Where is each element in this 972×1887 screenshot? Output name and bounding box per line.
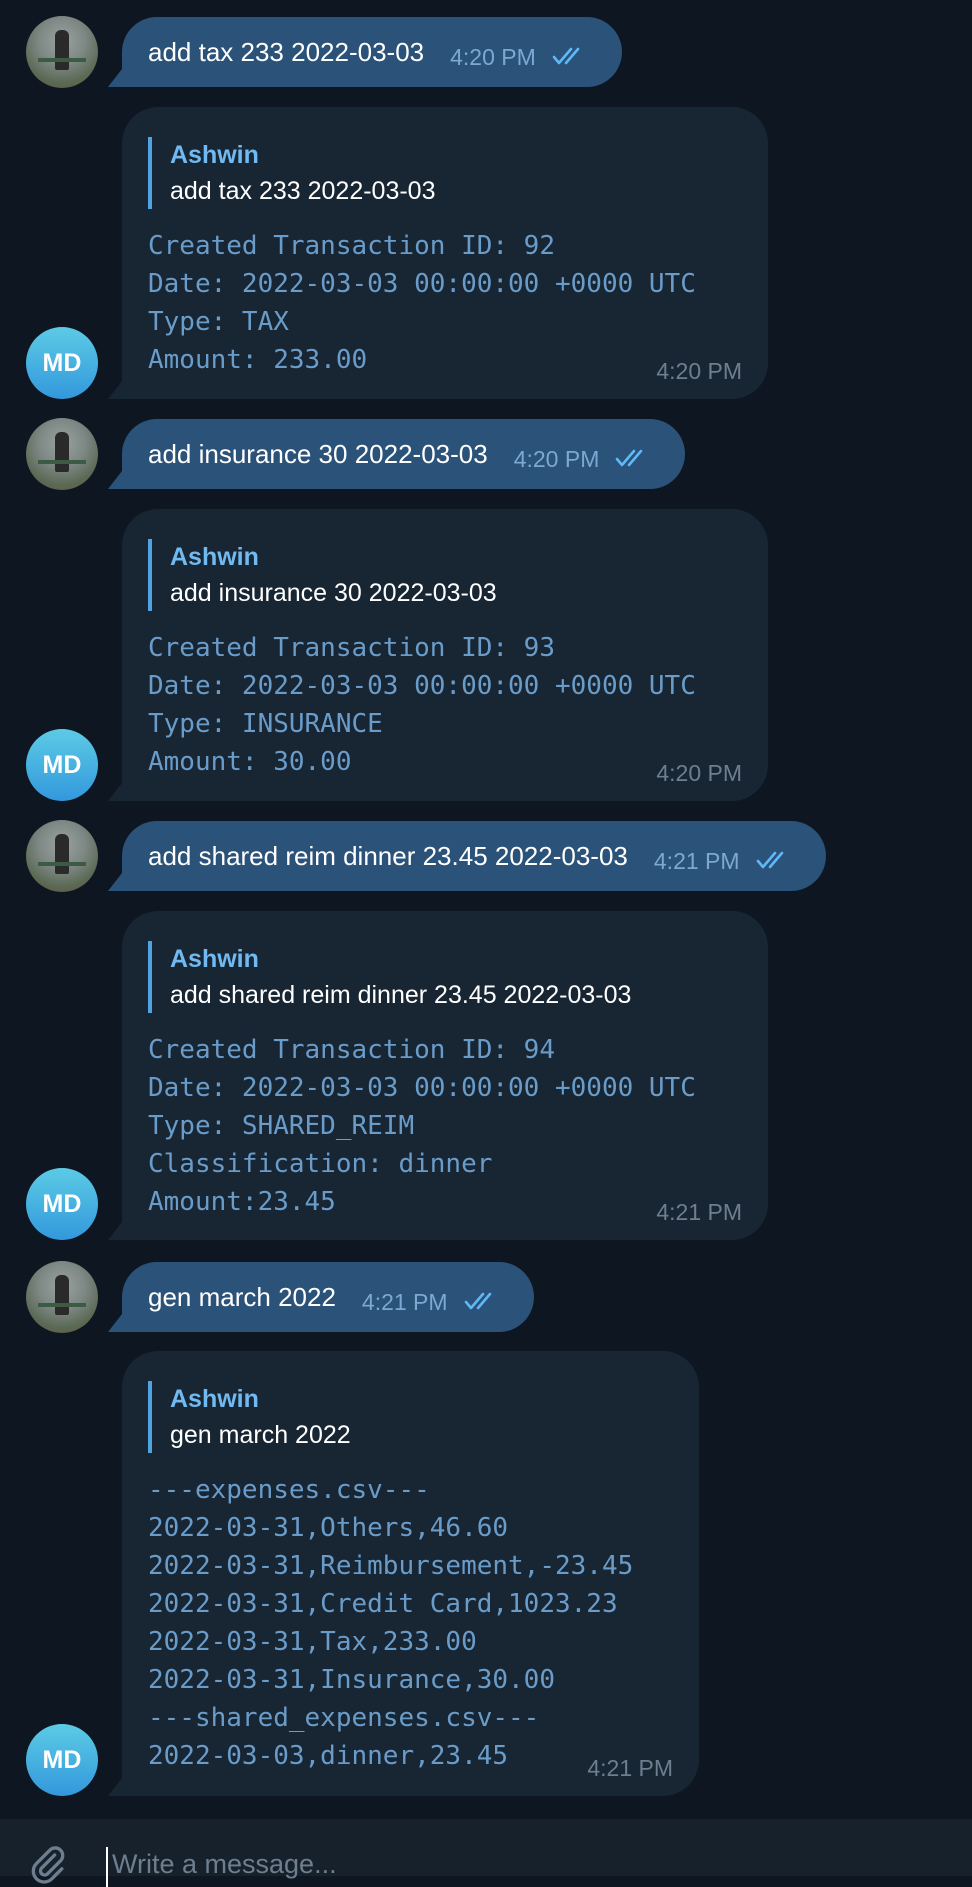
- reply-line: Type: INSURANCE: [148, 709, 383, 739]
- quote-text: add shared reim dinner 23.45 2022-03-03: [170, 981, 632, 1009]
- user-avatar[interactable]: [26, 418, 98, 490]
- message-composer: Write a message...: [0, 1819, 972, 1887]
- avatar-photo-bench: [38, 58, 86, 62]
- reply-line: ---shared_expenses.csv---: [148, 1703, 540, 1733]
- outgoing-message[interactable]: gen march 2022 4:21 PM: [122, 1262, 534, 1332]
- outgoing-message[interactable]: add shared reim dinner 23.45 2022-03-03 …: [122, 821, 826, 891]
- incoming-message[interactable]: Ashwin gen march 2022 ---expenses.csv---…: [122, 1351, 699, 1796]
- reply-line: 2022-03-31,Credit Card,1023.23: [148, 1589, 618, 1619]
- avatar-photo-bench: [38, 862, 86, 866]
- reply-quote[interactable]: Ashwin add shared reim dinner 23.45 2022…: [148, 941, 738, 1013]
- reply-line: 2022-03-31,Tax,233.00: [148, 1627, 477, 1657]
- quote-text: add insurance 30 2022-03-03: [170, 579, 497, 607]
- text-cursor: [106, 1847, 108, 1887]
- avatar-photo-bench: [38, 460, 86, 464]
- message-input[interactable]: Write a message...: [112, 1849, 337, 1880]
- incoming-message[interactable]: Ashwin add shared reim dinner 23.45 2022…: [122, 911, 768, 1240]
- reply-line: Amount: 30.00: [148, 747, 352, 777]
- avatar-photo-bench: [38, 1303, 86, 1307]
- double-check-icon: [464, 1292, 491, 1310]
- bot-avatar[interactable]: MD: [26, 327, 98, 399]
- attach-icon[interactable]: [28, 1845, 68, 1885]
- reply-line: Type: SHARED_REIM: [148, 1111, 415, 1141]
- quote-author: Ashwin: [170, 1385, 259, 1413]
- reply-code-block: ---expenses.csv--- 2022-03-31,Others,46.6…: [148, 1471, 669, 1775]
- avatar-photo-person: [55, 432, 69, 472]
- reply-line: 2022-03-31,Others,46.60: [148, 1513, 509, 1543]
- message-time: 4:20 PM: [656, 358, 742, 384]
- reply-line: Classification: dinner: [148, 1149, 493, 1179]
- message-text: add shared reim dinner 23.45 2022-03-03: [148, 840, 628, 871]
- outgoing-message[interactable]: add insurance 30 2022-03-03 4:20 PM: [122, 419, 686, 489]
- reply-line: Date: 2022-03-03 00:00:00 +0000 UTC: [148, 269, 696, 299]
- reply-line: Date: 2022-03-03 00:00:00 +0000 UTC: [148, 1073, 696, 1103]
- reply-line: Type: TAX: [148, 307, 289, 337]
- avatar-photo-person: [55, 30, 69, 70]
- reply-code-block: Created Transaction ID: 93 Date: 2022-03-…: [148, 629, 738, 781]
- double-check-icon: [616, 449, 643, 467]
- message-time: 4:20 PM: [656, 760, 742, 786]
- reply-quote[interactable]: Ashwin add tax 233 2022-03-03: [148, 137, 738, 209]
- reply-line: Amount:23.45: [148, 1187, 336, 1217]
- user-avatar[interactable]: [26, 1261, 98, 1333]
- reply-quote[interactable]: Ashwin gen march 2022: [148, 1381, 669, 1453]
- message-text: add tax 233 2022-03-03: [148, 36, 425, 67]
- reply-code-block: Created Transaction ID: 94 Date: 2022-03-…: [148, 1031, 738, 1221]
- incoming-message[interactable]: Ashwin add insurance 30 2022-03-03 Creat…: [122, 509, 768, 801]
- quote-text: add tax 233 2022-03-03: [170, 177, 436, 205]
- reply-quote[interactable]: Ashwin add insurance 30 2022-03-03: [148, 539, 738, 611]
- user-avatar[interactable]: [26, 16, 98, 88]
- quote-author: Ashwin: [170, 543, 259, 571]
- message-time: 4:20 PM: [450, 43, 536, 70]
- avatar-photo-person: [55, 1275, 69, 1315]
- reply-line: Date: 2022-03-03 00:00:00 +0000 UTC: [148, 671, 696, 701]
- quote-text: gen march 2022: [170, 1421, 351, 1449]
- message-time: 4:21 PM: [653, 847, 740, 874]
- bot-avatar[interactable]: MD: [26, 729, 98, 801]
- message-text: add insurance 30 2022-03-03: [148, 438, 488, 469]
- message-time: 4:21 PM: [361, 1288, 448, 1315]
- message-time: 4:21 PM: [587, 1755, 673, 1781]
- avatar-photo-person: [55, 834, 69, 874]
- reply-line: Created Transaction ID: 94: [148, 1035, 555, 1065]
- reply-line: 2022-03-31,Insurance,30.00: [148, 1665, 555, 1695]
- bot-avatar[interactable]: MD: [26, 1724, 98, 1796]
- reply-line: ---expenses.csv---: [148, 1475, 430, 1505]
- quote-author: Ashwin: [170, 945, 259, 973]
- double-check-icon: [756, 851, 783, 869]
- outgoing-message[interactable]: add tax 233 2022-03-03 4:20 PM: [122, 17, 622, 87]
- message-text: gen march 2022: [148, 1281, 336, 1312]
- double-check-icon: [552, 47, 580, 65]
- incoming-message[interactable]: Ashwin add tax 233 2022-03-03 Created Tr…: [122, 107, 768, 399]
- bot-avatar[interactable]: MD: [26, 1168, 98, 1240]
- message-time: 4:21 PM: [656, 1199, 742, 1225]
- reply-line: Amount: 233.00: [148, 345, 368, 375]
- quote-author: Ashwin: [170, 141, 259, 169]
- user-avatar[interactable]: [26, 820, 98, 892]
- reply-code-block: Created Transaction ID: 92 Date: 2022-03-…: [148, 227, 738, 379]
- reply-line: Created Transaction ID: 93: [148, 633, 555, 663]
- reply-line: 2022-03-31,Reimbursement,-23.45: [148, 1551, 634, 1581]
- message-time: 4:20 PM: [513, 445, 600, 472]
- reply-line: Created Transaction ID: 92: [148, 231, 555, 261]
